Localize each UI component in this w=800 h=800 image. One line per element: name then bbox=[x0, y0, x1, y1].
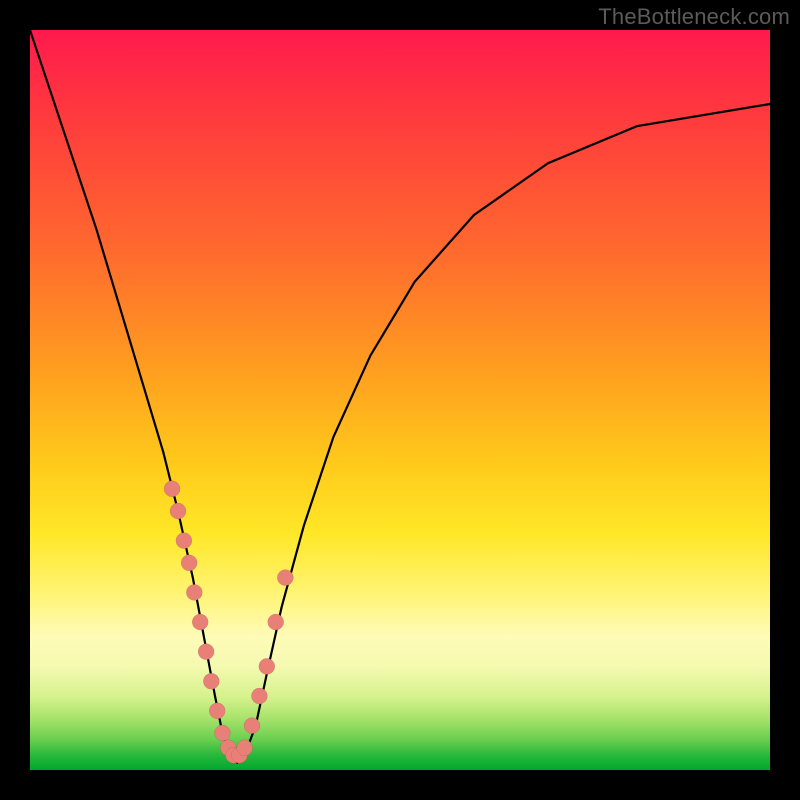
watermark-text: TheBottleneck.com bbox=[598, 4, 790, 30]
highlight-dot bbox=[244, 718, 260, 734]
highlight-dot bbox=[176, 533, 192, 549]
bottleneck-curve bbox=[30, 30, 770, 763]
highlight-dot bbox=[277, 570, 293, 586]
highlight-dot bbox=[164, 481, 180, 497]
highlight-dot bbox=[203, 673, 219, 689]
highlight-dot bbox=[192, 614, 208, 630]
highlight-dot bbox=[214, 725, 230, 741]
highlight-dot bbox=[237, 740, 253, 756]
highlighted-points bbox=[164, 481, 293, 763]
plot-area bbox=[30, 30, 770, 770]
highlight-dot bbox=[259, 658, 275, 674]
highlight-dot bbox=[209, 703, 225, 719]
highlight-dot bbox=[181, 555, 197, 571]
highlight-dot bbox=[268, 614, 284, 630]
highlight-dot bbox=[198, 644, 214, 660]
highlight-dot bbox=[251, 688, 267, 704]
chart-frame: TheBottleneck.com bbox=[0, 0, 800, 800]
highlight-dot bbox=[170, 503, 186, 519]
highlight-dot bbox=[186, 584, 202, 600]
chart-overlay bbox=[30, 30, 770, 770]
